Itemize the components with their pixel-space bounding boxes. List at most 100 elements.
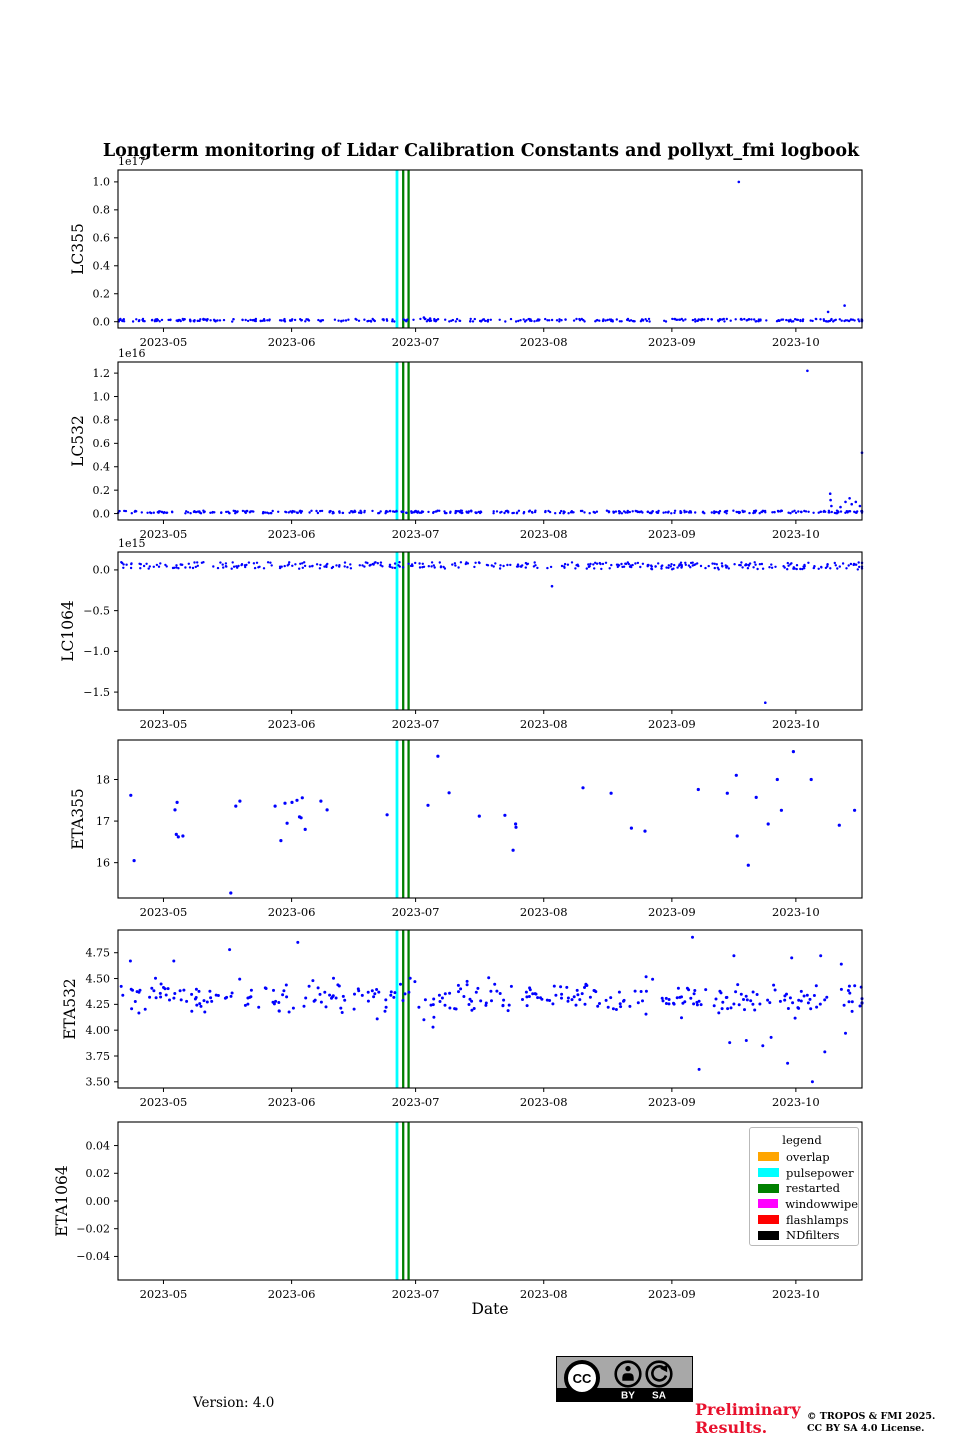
event-lines bbox=[395, 1122, 410, 1280]
y-tick-label: 4.25 bbox=[86, 998, 111, 1011]
subplot-box-LC355 bbox=[117, 169, 863, 329]
cc-license-badge: CC BY SA bbox=[556, 1356, 693, 1402]
subplot-box-ETA532 bbox=[117, 929, 863, 1089]
legend-swatch-windowwipe bbox=[758, 1199, 779, 1209]
event-lines bbox=[395, 740, 410, 898]
scatter-series-LC1064 bbox=[120, 561, 864, 704]
by-person-head-icon bbox=[625, 1365, 631, 1372]
x-tick-label: 2023-10 bbox=[772, 1095, 820, 1109]
y-axis-offset-text: 1e15 bbox=[118, 537, 146, 550]
x-tick-label: 2023-07 bbox=[392, 527, 440, 541]
y-tick-label: 18 bbox=[96, 773, 110, 786]
x-tick-label: 2023-10 bbox=[772, 905, 820, 919]
legend-label-restarted: restarted bbox=[786, 1181, 840, 1196]
x-tick-label: 2023-06 bbox=[268, 1287, 316, 1301]
event-lines bbox=[395, 552, 410, 710]
scatter-series-ETA355 bbox=[129, 750, 857, 895]
x-tick-label: 2023-07 bbox=[392, 1095, 440, 1109]
event-lines bbox=[395, 362, 410, 520]
x-tick-label: 2023-06 bbox=[268, 527, 316, 541]
y-axis-offset-text: 1e17 bbox=[118, 155, 146, 168]
x-tick-label: 2023-06 bbox=[268, 335, 316, 349]
x-tick-label: 2023-09 bbox=[648, 1287, 696, 1301]
subplot-box-LC1064 bbox=[117, 551, 863, 711]
scatter-series-LC532 bbox=[117, 369, 864, 515]
legend-item-ndfilters: NDfilters bbox=[758, 1227, 858, 1243]
x-tick-label: 2023-05 bbox=[140, 1095, 188, 1109]
event-lines bbox=[395, 930, 410, 1088]
scatter-series-LC355 bbox=[117, 180, 864, 323]
by-text: BY bbox=[621, 1391, 635, 1402]
y-axis-label-eta532: ETA532 bbox=[61, 978, 79, 1040]
preliminary-line2: Results. bbox=[695, 1418, 768, 1437]
x-tick-label: 2023-07 bbox=[392, 905, 440, 919]
legend-title: legend bbox=[782, 1133, 822, 1147]
by-person-body-icon bbox=[622, 1373, 634, 1381]
x-tick-label: 2023-07 bbox=[392, 1287, 440, 1301]
x-tick-label: 2023-08 bbox=[520, 335, 568, 349]
legend-swatch-flashlamps bbox=[758, 1215, 779, 1225]
legend-box: legend overlap pulsepower restarted wind… bbox=[749, 1127, 859, 1246]
y-tick-label: −0.04 bbox=[76, 1250, 110, 1263]
y-axis-label-lc355: LC355 bbox=[69, 223, 87, 275]
y-axis-label-eta1064: ETA1064 bbox=[53, 1165, 71, 1237]
event-lines bbox=[395, 170, 410, 328]
legend-swatch-pulsepower bbox=[758, 1168, 779, 1178]
legend-label-flashlamps: flashlamps bbox=[786, 1212, 849, 1227]
y-tick-label: 1.2 bbox=[93, 367, 111, 380]
legend-item-flashlamps: flashlamps bbox=[758, 1212, 858, 1228]
y-axis-label-lc1064: LC1064 bbox=[59, 600, 77, 662]
y-tick-label: 16 bbox=[96, 856, 110, 869]
y-tick-label: 0.4 bbox=[93, 461, 111, 474]
y-tick-label: 0.8 bbox=[93, 204, 111, 217]
legend-label-pulsepower: pulsepower bbox=[786, 1165, 854, 1180]
x-tick-label: 2023-09 bbox=[648, 905, 696, 919]
y-tick-label: 0.00 bbox=[86, 1195, 111, 1208]
x-ticks-LC532: 2023-05 2023-06 2023-07 2023-08 2023-09 2023-… bbox=[140, 520, 820, 541]
legend-label-windowwipe: windowwipe bbox=[785, 1196, 858, 1211]
subplot-box-LC532 bbox=[117, 361, 863, 521]
x-axis-label: Date bbox=[471, 1300, 509, 1318]
copyright-text: © TROPOS & FMI 2025. CC BY SA 4.0 Licens… bbox=[807, 1411, 935, 1434]
y-ticks-ETA1064: 0.04 0.02 0.00 −0.02 −0.04 bbox=[76, 1139, 118, 1263]
y-axis-label-eta355: ETA355 bbox=[69, 788, 87, 850]
y-tick-label: 3.50 bbox=[86, 1076, 111, 1089]
y-ticks-ETA532: 4.75 4.50 4.25 4.00 3.75 3.50 bbox=[86, 947, 118, 1089]
y-tick-label: 0.2 bbox=[93, 484, 111, 497]
x-tick-label: 2023-09 bbox=[648, 335, 696, 349]
y-tick-label: 0.0 bbox=[93, 507, 111, 520]
y-tick-label: 0.6 bbox=[93, 232, 111, 245]
x-tick-label: 2023-09 bbox=[648, 527, 696, 541]
preliminary-line1: Preliminary bbox=[695, 1400, 801, 1419]
version-text: Version: 4.0 bbox=[193, 1395, 275, 1411]
x-tick-label: 2023-06 bbox=[268, 717, 316, 731]
x-tick-label: 2023-05 bbox=[140, 905, 188, 919]
y-tick-label: 0.4 bbox=[93, 260, 111, 273]
subplot-box-ETA355 bbox=[117, 739, 863, 899]
preliminary-results-text: Preliminary Results. bbox=[695, 1401, 801, 1437]
x-tick-label: 2023-09 bbox=[648, 1095, 696, 1109]
y-tick-label: 3.75 bbox=[86, 1050, 111, 1063]
y-ticks-ETA355: 18 17 16 bbox=[96, 773, 118, 869]
x-tick-label: 2023-05 bbox=[140, 1287, 188, 1301]
x-tick-label: 2023-10 bbox=[772, 527, 820, 541]
y-ticks-LC1064: 0.0 −0.5 −1.0 −1.5 bbox=[83, 564, 118, 699]
y-tick-label: 0.0 bbox=[93, 564, 111, 577]
y-tick-label: 0.04 bbox=[86, 1139, 111, 1152]
y-ticks-LC355: 1.0 0.8 0.6 0.4 0.2 0.0 bbox=[93, 176, 118, 329]
x-tick-label: 2023-05 bbox=[140, 717, 188, 731]
x-tick-label: 2023-08 bbox=[520, 1287, 568, 1301]
x-ticks-LC355: 2023-05 2023-06 2023-07 2023-08 2023-09 2023-… bbox=[140, 328, 820, 349]
y-tick-label: 17 bbox=[96, 815, 110, 828]
x-ticks-LC1064: 2023-05 2023-06 2023-07 2023-08 2023-09 2023-… bbox=[140, 710, 820, 731]
x-tick-label: 2023-06 bbox=[268, 1095, 316, 1109]
legend-swatch-overlap bbox=[758, 1152, 779, 1162]
x-tick-label: 2023-10 bbox=[772, 335, 820, 349]
x-tick-label: 2023-10 bbox=[772, 717, 820, 731]
legend-item-pulsepower: pulsepower bbox=[758, 1165, 858, 1181]
y-tick-label: −0.5 bbox=[83, 604, 110, 617]
y-tick-label: 0.6 bbox=[93, 437, 111, 450]
copyright-line2: CC BY SA 4.0 License. bbox=[807, 1422, 925, 1434]
y-axis-offset-text: 1e16 bbox=[118, 347, 146, 360]
scatter-series-ETA532 bbox=[119, 935, 864, 1084]
